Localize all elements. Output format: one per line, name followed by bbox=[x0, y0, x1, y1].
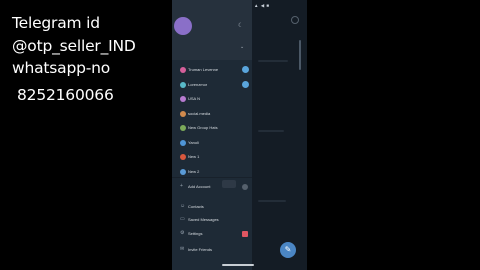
account-label: New 1 bbox=[188, 154, 200, 159]
account-label: USA N bbox=[188, 96, 201, 101]
status-icons: ▲ ◀ ■ bbox=[254, 3, 270, 8]
chat-placeholder bbox=[258, 130, 284, 132]
add-account-indicator bbox=[242, 184, 248, 190]
account-label: Truman Levenne bbox=[188, 67, 219, 72]
chat-placeholder bbox=[258, 200, 286, 202]
plus-icon: + bbox=[180, 183, 183, 189]
gear-icon: ⚙ bbox=[180, 230, 185, 236]
drawer-header: ☾ ⌄ bbox=[172, 0, 252, 60]
pencil-icon: ✎ bbox=[284, 245, 292, 254]
drawer-menu-item[interactable]: ⚙ Settings bbox=[172, 227, 252, 241]
drawer-account-item[interactable]: New Group Hats bbox=[172, 121, 252, 135]
invite-icon: ✉ bbox=[180, 246, 185, 252]
account-avatar-icon bbox=[180, 67, 186, 73]
menu-label: Invite Friends bbox=[188, 247, 213, 252]
notification-badge bbox=[242, 231, 248, 237]
drawer-account-item[interactable]: social.media bbox=[172, 107, 252, 121]
chevron-down-icon[interactable]: ⌄ bbox=[240, 44, 244, 50]
caption-line-telegram: Telegram id bbox=[12, 14, 100, 32]
contacts-icon: ☺ bbox=[180, 203, 186, 209]
drawer-account-item[interactable]: USA N bbox=[172, 92, 252, 106]
account-avatar-icon bbox=[180, 168, 186, 175]
chat-placeholder bbox=[258, 60, 288, 62]
chat-list-background bbox=[252, 0, 307, 270]
account-label: Lorenzmor bbox=[188, 81, 208, 87]
drawer-menu-item[interactable]: ✉ Invite Friends bbox=[172, 243, 252, 257]
selected-check-icon bbox=[242, 66, 249, 73]
menu-label: Saved Messages bbox=[188, 217, 219, 222]
account-label: Yanoli bbox=[188, 139, 199, 145]
account-avatar-icon bbox=[180, 139, 186, 146]
new-message-button[interactable]: ✎ bbox=[280, 242, 296, 258]
caption-phone-number: 8252160066 bbox=[17, 85, 114, 104]
account-avatar-icon bbox=[180, 96, 186, 102]
account-avatar-icon bbox=[180, 125, 186, 131]
menu-label: Contacts bbox=[188, 204, 204, 209]
caption-line-handle: @otp_seller_IND bbox=[12, 36, 136, 55]
account-avatar-icon bbox=[180, 154, 186, 160]
home-indicator[interactable] bbox=[222, 264, 254, 266]
moon-icon[interactable]: ☾ bbox=[238, 22, 243, 29]
drawer-account-item[interactable]: Truman Levenne bbox=[172, 63, 252, 77]
drawer-menu-item[interactable]: ▭ Saved Messages bbox=[172, 213, 252, 227]
search-icon[interactable] bbox=[291, 16, 299, 24]
account-label: New Group Hats bbox=[188, 125, 218, 130]
caption-line-whatsapp: whatsapp-no bbox=[12, 59, 111, 77]
caption: Telegram id @otp_seller_IND whatsapp-no … bbox=[12, 12, 182, 106]
drawer-menu-item[interactable]: ☺ Contacts bbox=[172, 200, 252, 214]
drawer-account-item[interactable]: Yanoli bbox=[172, 136, 252, 150]
phone-screen: 7:52 ▲ ◀ ■ ☾ ⌄ Truman LevenneLorenzmorUS… bbox=[172, 0, 307, 270]
menu-label: Settings bbox=[188, 231, 203, 236]
drawer-menu-item[interactable]: + Add Account bbox=[172, 180, 252, 194]
account-label: social.media bbox=[188, 110, 211, 116]
selected-check-icon bbox=[242, 80, 249, 88]
divider bbox=[172, 177, 252, 178]
navigation-drawer: ☾ ⌄ Truman Levenne Lorenzmor USA N social.m… bbox=[172, 0, 252, 270]
drawer-account-item[interactable]: Lorenzmor bbox=[172, 78, 252, 92]
scrollbar[interactable] bbox=[299, 40, 301, 70]
account-avatar-icon bbox=[180, 110, 186, 117]
account-avatar-icon bbox=[180, 81, 186, 88]
menu-label: Add Account bbox=[188, 184, 211, 189]
drawer-account-item[interactable]: New 1 bbox=[172, 150, 252, 164]
avatar[interactable] bbox=[174, 17, 192, 35]
bookmark-icon: ▭ bbox=[180, 216, 185, 222]
